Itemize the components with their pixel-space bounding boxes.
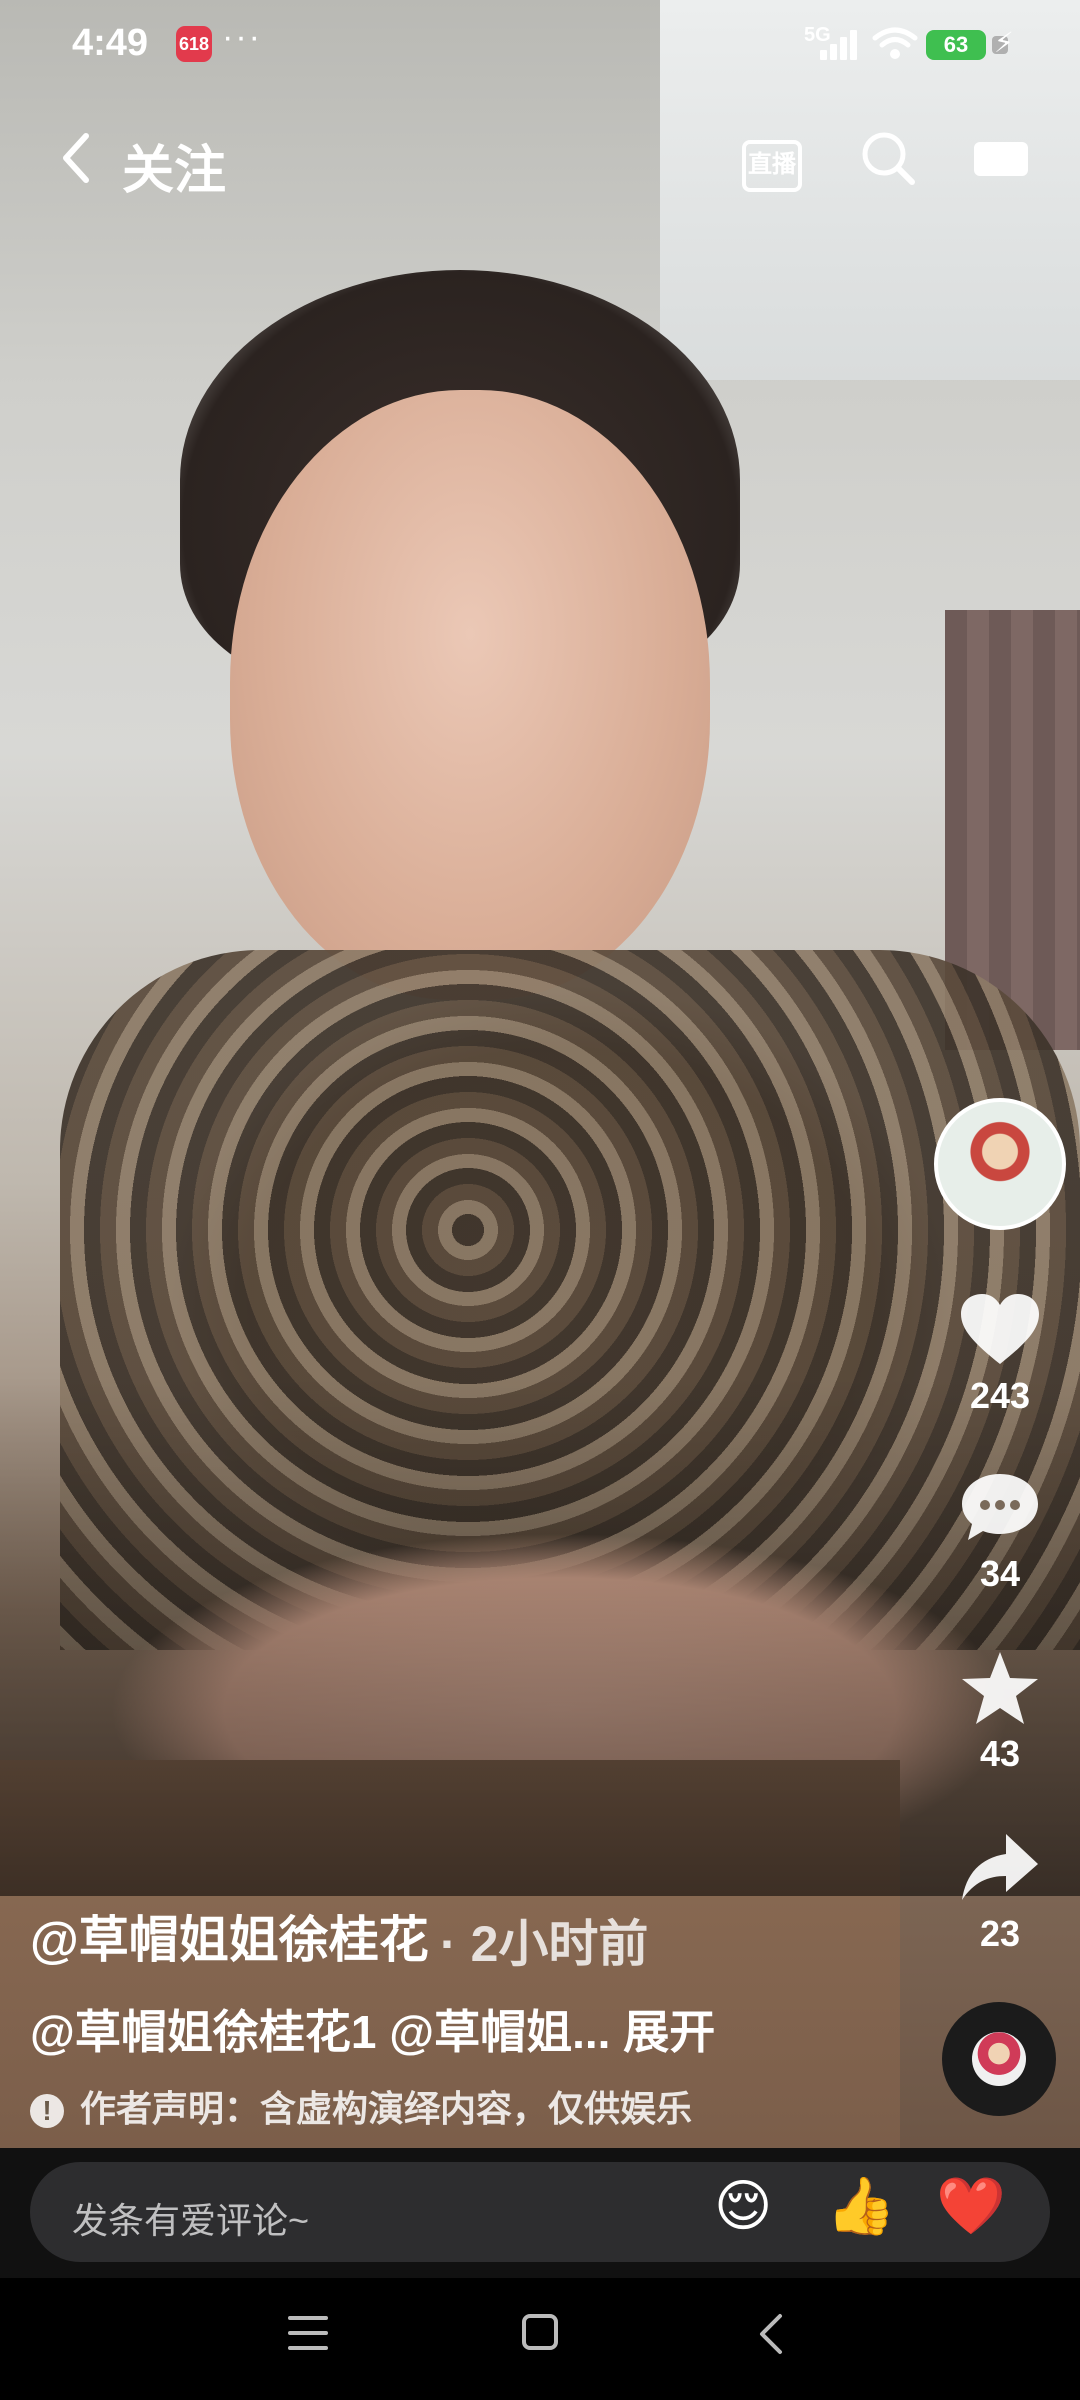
video-player[interactable] bbox=[0, 0, 1080, 2150]
time-ago-text: 2小时前 bbox=[470, 1916, 649, 1972]
info-icon: ! bbox=[30, 2094, 64, 2129]
music-cover bbox=[972, 2032, 1026, 2086]
author-notice: ! 作者声明：含虚构演绎内容，仅供娱乐 bbox=[30, 2080, 692, 2132]
chat-bubble-icon bbox=[962, 1474, 1038, 1540]
comment-button[interactable]: 34 bbox=[940, 1468, 1060, 1595]
share-button[interactable]: 23 bbox=[940, 1828, 1060, 1955]
status-time: 4:49 bbox=[72, 22, 149, 64]
author-avatar[interactable] bbox=[934, 1098, 1066, 1230]
more-icon[interactable] bbox=[972, 138, 1030, 180]
video-subject-face bbox=[230, 390, 710, 1000]
emoji-smile-button[interactable]: 😌 bbox=[714, 2176, 772, 2236]
time-separator: · bbox=[440, 1916, 457, 1972]
app-notification-icon: 618 bbox=[176, 26, 212, 62]
search-icon[interactable] bbox=[858, 128, 918, 188]
back-icon[interactable] bbox=[756, 2312, 786, 2356]
heart-icon bbox=[961, 1294, 1039, 1364]
caption-shade bbox=[0, 1376, 1080, 1896]
emoji-thumbs-up-button[interactable]: 👍 bbox=[826, 2176, 896, 2236]
live-tv-icon: 直播 bbox=[742, 140, 802, 192]
comment-count: 34 bbox=[979, 1553, 1021, 1594]
more-notifications-icon: ··· bbox=[222, 18, 262, 56]
description-text: @草帽姐徐桂花1 @草帽姐... bbox=[30, 2006, 611, 2058]
star-icon bbox=[962, 1652, 1038, 1724]
favorite-count: 43 bbox=[979, 1733, 1021, 1774]
status-bar: 4:49 618 ··· 5G 63 ⚡ bbox=[0, 0, 1080, 90]
video-description[interactable]: @草帽姐徐桂花1 @草帽姐... 展开 bbox=[30, 1996, 715, 2062]
notice-text: 作者声明：含虚构演绎内容，仅供娱乐 bbox=[80, 2088, 693, 2129]
signal-icon bbox=[820, 30, 860, 60]
comment-placeholder: 发条有爱评论~ bbox=[72, 2200, 310, 2241]
share-count: 23 bbox=[979, 1913, 1021, 1954]
battery-icon: 63 bbox=[926, 30, 1008, 60]
system-navigation-bar bbox=[0, 2278, 1080, 2400]
favorite-button[interactable]: 43 bbox=[940, 1648, 1060, 1775]
author-name[interactable]: @草帽姐姐徐桂花 bbox=[30, 1900, 429, 1972]
recent-apps-icon[interactable] bbox=[288, 2316, 328, 2352]
charging-icon: ⚡ bbox=[994, 27, 1014, 58]
emoji-heart-button[interactable]: ❤️ bbox=[936, 2176, 1006, 2236]
comment-bar: 发条有爱评论~ 😌 👍 ❤️ bbox=[0, 2148, 1080, 2278]
home-icon[interactable] bbox=[522, 2314, 558, 2350]
music-disc[interactable] bbox=[942, 2002, 1056, 2116]
post-time: · 2小时前 bbox=[440, 1904, 648, 1976]
wifi-icon bbox=[872, 27, 918, 59]
page-title[interactable]: 关注 bbox=[122, 128, 226, 203]
comment-input[interactable]: 发条有爱评论~ 😌 👍 ❤️ bbox=[30, 2162, 1050, 2262]
like-button[interactable]: 243 bbox=[940, 1290, 1060, 1417]
like-count: 243 bbox=[969, 1375, 1031, 1416]
live-button[interactable]: 直播 bbox=[738, 128, 802, 192]
expand-button[interactable]: 展开 bbox=[623, 2006, 715, 2058]
screen: 4:49 618 ··· 5G 63 ⚡ 关注 直播 243 34 43 23 … bbox=[0, 0, 1080, 2400]
chevron-left-icon[interactable] bbox=[54, 128, 98, 188]
share-arrow-icon bbox=[962, 1834, 1038, 1900]
